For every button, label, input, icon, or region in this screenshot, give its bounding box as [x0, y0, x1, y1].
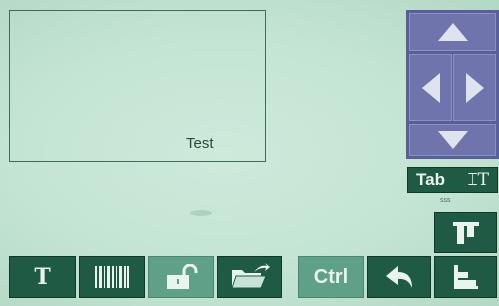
label-preview[interactable]: Test [9, 10, 266, 162]
unlock-button[interactable] [148, 256, 214, 298]
ctrl-button-label: Ctrl [313, 265, 349, 288]
text-tool-icon: T [34, 264, 51, 290]
arrow-right-icon [465, 72, 484, 103]
tab-button-label: Tab [416, 170, 445, 189]
unlock-icon [167, 264, 198, 289]
tab-button[interactable]: Tab ⌶T [407, 167, 498, 193]
undo-icon [386, 266, 412, 288]
arrow-right-button[interactable] [453, 54, 496, 121]
tab-caption: sss [440, 197, 451, 204]
barcode-icon [95, 266, 129, 288]
arrow-up-button[interactable] [409, 13, 496, 51]
screen: Test Tab ⌶T sss T Ctrl [0, 0, 499, 306]
arrow-down-icon [437, 131, 468, 149]
preview-text[interactable]: Test [186, 135, 214, 152]
arrow-left-button[interactable] [409, 54, 452, 121]
open-folder-button[interactable] [217, 256, 282, 298]
ctrl-button[interactable]: Ctrl [298, 256, 364, 298]
align-bottom-left-icon [453, 265, 478, 289]
arrow-down-button[interactable] [409, 124, 496, 156]
open-folder-icon [230, 263, 270, 289]
arrow-pad [406, 10, 499, 159]
barcode-button[interactable] [79, 256, 145, 298]
align-bottom-button[interactable] [434, 256, 497, 298]
align-top-icon [452, 221, 479, 244]
align-top-button[interactable] [434, 212, 497, 253]
text-tool-button[interactable]: T [9, 256, 76, 298]
arrow-left-icon [421, 72, 440, 103]
arrow-up-icon [437, 23, 468, 41]
undo-button[interactable] [367, 256, 431, 298]
screen-smudge [190, 210, 212, 216]
text-cursor-icon: ⌶T [467, 170, 489, 190]
